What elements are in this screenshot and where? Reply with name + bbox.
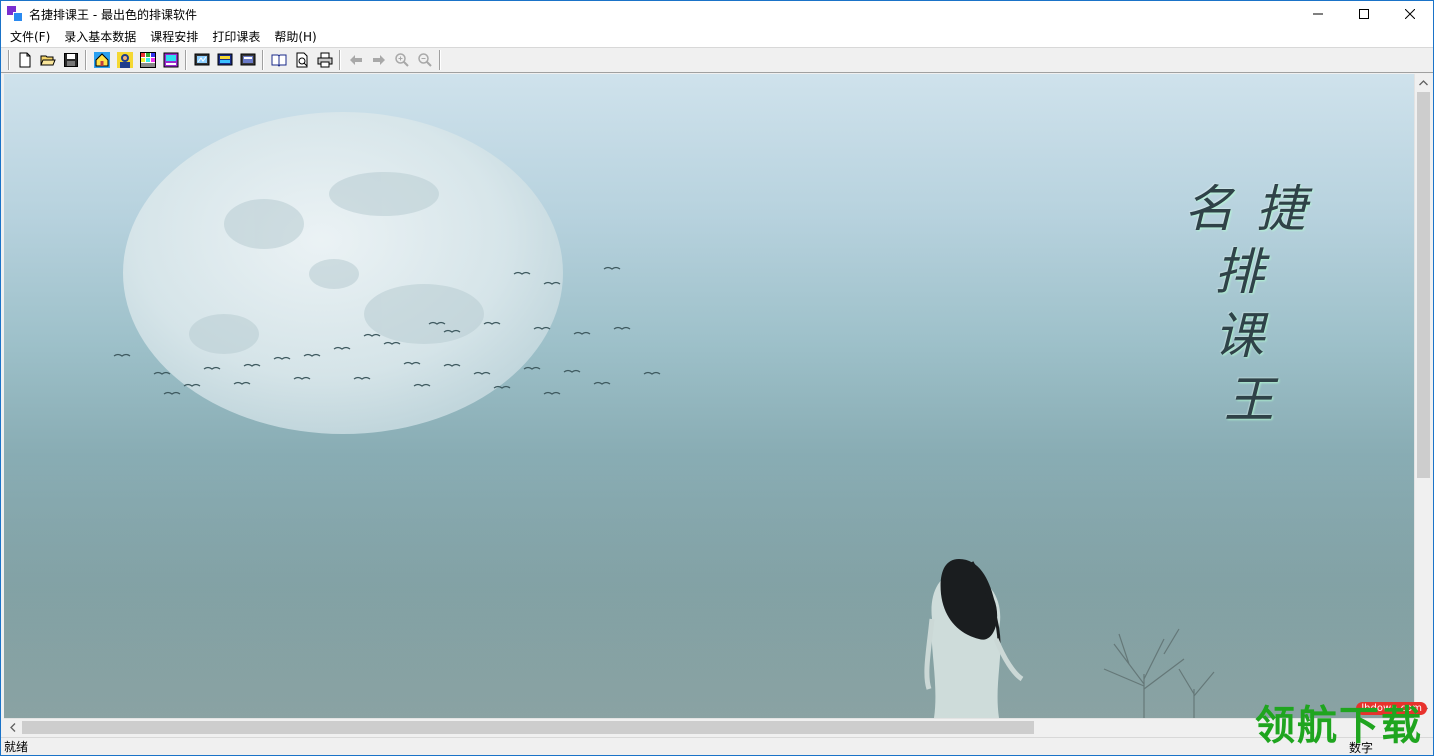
chevron-left-icon [9, 723, 15, 732]
calligraphy-char-2: 捷 [1256, 180, 1306, 238]
maximize-button[interactable] [1341, 1, 1387, 27]
calligraphy-char-3: 排 [1214, 243, 1264, 301]
course-button[interactable] [159, 49, 182, 71]
vertical-scroll-thumb[interactable] [1417, 92, 1430, 478]
teacher-icon [116, 52, 133, 68]
zoom-in-icon [394, 53, 409, 67]
course-icon [163, 52, 178, 68]
back-arrow-icon [349, 55, 362, 65]
splash-image: 名 捷 排 课 王 [4, 74, 1414, 718]
menu-help[interactable]: 帮助(H) [267, 27, 323, 47]
save-icon [63, 53, 78, 67]
toolbar-separator [439, 50, 441, 70]
class-table-icon [139, 52, 156, 68]
new-file-icon [19, 52, 30, 68]
toolbar-separator [262, 50, 264, 70]
title-bar[interactable]: 名捷排课王 - 最出色的排课软件 [1, 1, 1433, 27]
close-button[interactable] [1387, 1, 1433, 27]
calligraphy-char-4: 课 [1214, 307, 1264, 365]
status-bar: 就绪 数字 [1, 737, 1433, 755]
print-button[interactable] [313, 49, 336, 71]
printer-icon [317, 52, 332, 68]
schedule-view-button[interactable] [190, 49, 213, 71]
new-file-button[interactable] [13, 49, 36, 71]
calligraphy-char-5: 王 [1224, 371, 1274, 429]
teacher-button[interactable] [113, 49, 136, 71]
maximize-icon [1359, 9, 1369, 19]
monitor-icon [240, 53, 255, 66]
toolbar-separator [85, 50, 87, 70]
horizontal-scroll-thumb[interactable] [22, 721, 1034, 734]
menu-course-arrangement[interactable]: 课程安排 [143, 27, 205, 47]
forward-arrow-icon [372, 55, 385, 65]
menu-print-schedule[interactable]: 打印课表 [205, 27, 267, 47]
book-icon [271, 54, 286, 67]
app-icon[interactable] [7, 6, 23, 22]
home-icon [93, 52, 110, 68]
window-controls [1295, 1, 1433, 27]
open-button[interactable] [36, 49, 59, 71]
save-button[interactable] [59, 49, 82, 71]
window-title: 名捷排课王 - 最出色的排课软件 [29, 7, 197, 22]
menu-enter-basic-data[interactable]: 录入基本数据 [57, 27, 143, 47]
print-preview-icon [296, 52, 307, 68]
schedule-view-icon [194, 53, 209, 66]
menu-bar: 文件(F) 录入基本数据 课程安排 打印课表 帮助(H) [1, 27, 1433, 47]
close-icon [1405, 9, 1415, 19]
scroll-up-button[interactable] [1415, 74, 1432, 91]
forward-button[interactable] [367, 49, 390, 71]
print-preview-button[interactable] [290, 49, 313, 71]
vertical-scrollbar[interactable] [1414, 74, 1432, 718]
zoom-out-icon [417, 53, 432, 67]
zoom-out-button[interactable] [413, 49, 436, 71]
screen-icon [217, 53, 232, 66]
minimize-icon [1313, 13, 1323, 15]
open-folder-icon [39, 55, 56, 66]
calligraphy-char-1: 名 [1184, 180, 1234, 238]
scroll-left-button[interactable] [4, 719, 21, 736]
monitor-button[interactable] [236, 49, 259, 71]
status-ready: 就绪 [4, 740, 29, 754]
horizontal-scrollbar[interactable] [4, 718, 1414, 735]
app-window: 名捷排课王 - 最出色的排课软件 文件(F) 录入基本数据 课程安排 打印课表 … [0, 0, 1434, 756]
screen-button[interactable] [213, 49, 236, 71]
zoom-in-button[interactable] [390, 49, 413, 71]
watermark-text: 领航下载 [1255, 703, 1423, 749]
back-button[interactable] [344, 49, 367, 71]
toolbar-separator [185, 50, 187, 70]
home-button[interactable] [90, 49, 113, 71]
class-table-button[interactable] [136, 49, 159, 71]
toolbar [1, 47, 1433, 73]
book-button[interactable] [267, 49, 290, 71]
minimize-button[interactable] [1295, 1, 1341, 27]
chevron-up-icon [1419, 79, 1428, 85]
menu-file[interactable]: 文件(F) [3, 27, 57, 47]
toolbar-separator [8, 50, 10, 70]
toolbar-separator [339, 50, 341, 70]
